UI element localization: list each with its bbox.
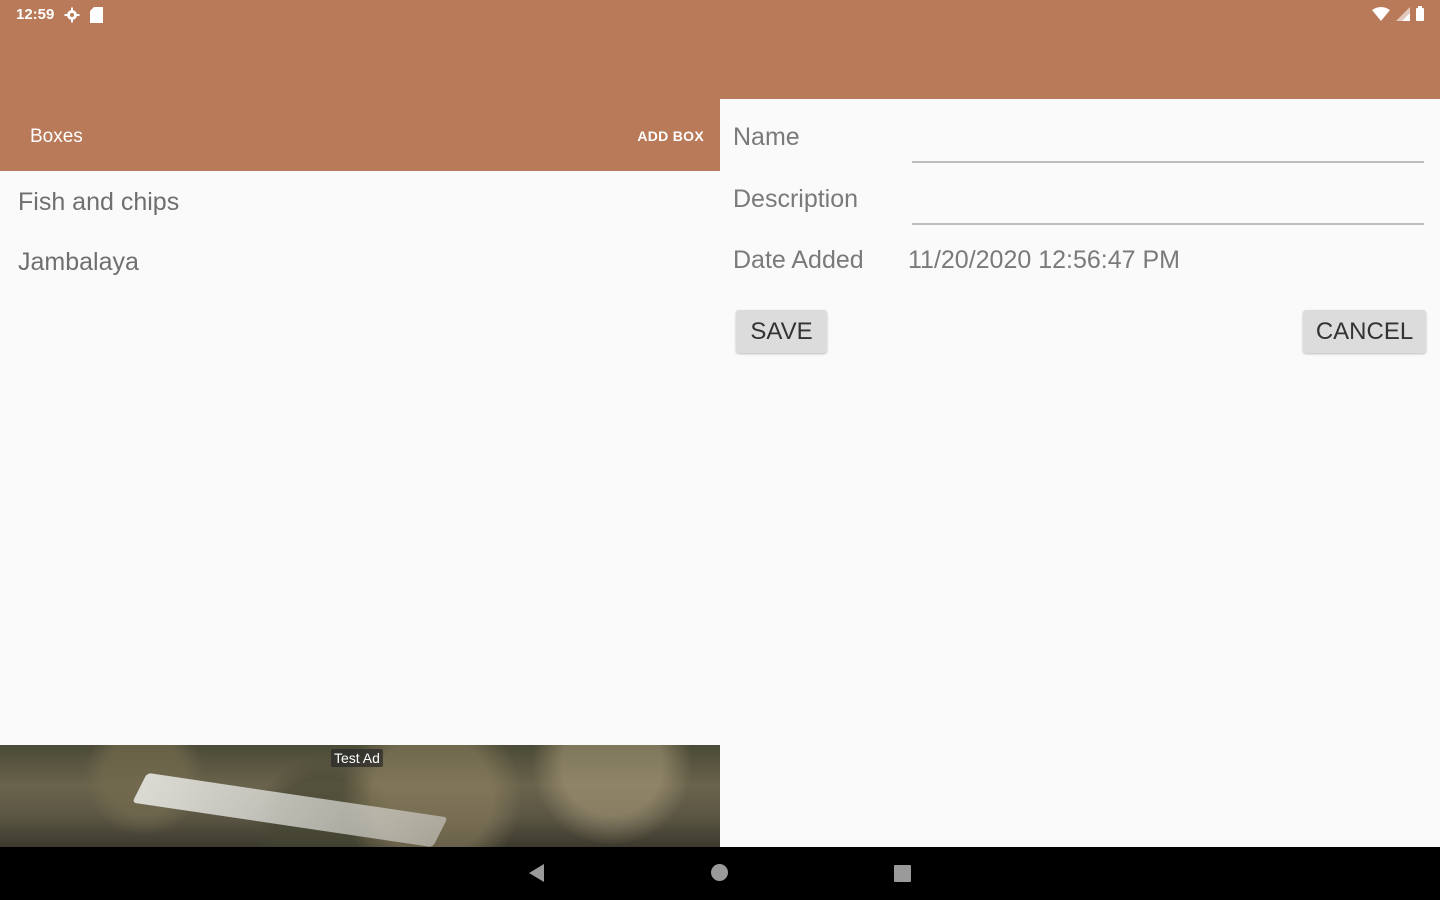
description-field[interactable] — [912, 189, 1424, 225]
battery-icon — [1416, 6, 1424, 21]
save-button[interactable]: SAVE — [736, 310, 827, 353]
name-field[interactable] — [912, 127, 1424, 163]
status-bar: 12:59 — [0, 0, 1440, 30]
back-icon[interactable] — [529, 864, 544, 882]
date-added-label: Date Added — [733, 246, 864, 274]
wifi-icon — [1372, 6, 1390, 21]
cancel-button[interactable]: CANCEL — [1303, 310, 1426, 353]
status-left: 12:59 — [16, 6, 104, 23]
settings-icon — [64, 7, 80, 23]
app-screen: 12:59 Boxes ADD BOX Fish and chips Jamba… — [0, 0, 1440, 900]
navigation-bar — [0, 847, 1440, 900]
home-icon[interactable] — [711, 864, 728, 881]
ad-label: Test Ad — [331, 749, 383, 767]
list-item[interactable]: Fish and chips — [0, 171, 720, 231]
status-right — [1372, 6, 1424, 21]
date-added-value: 11/20/2020 12:56:47 PM — [908, 246, 1180, 274]
list-toolbar — [0, 99, 720, 171]
boxes-list: Fish and chips Jambalaya — [0, 171, 720, 291]
description-label: Description — [733, 185, 859, 213]
box-form: Name Description Date Added 11/20/2020 1… — [720, 99, 1440, 847]
ad-banner[interactable]: Test Ad — [0, 745, 720, 847]
list-item[interactable]: Jambalaya — [0, 231, 720, 291]
add-box-button[interactable]: ADD BOX — [637, 128, 704, 144]
name-label: Name — [733, 123, 800, 151]
signal-icon — [1396, 6, 1410, 21]
sd-card-icon — [90, 6, 104, 23]
toolbar-title: Boxes — [30, 126, 83, 147]
app-bar-background — [0, 30, 1440, 99]
recents-icon[interactable] — [894, 865, 911, 882]
status-time: 12:59 — [16, 6, 55, 23]
